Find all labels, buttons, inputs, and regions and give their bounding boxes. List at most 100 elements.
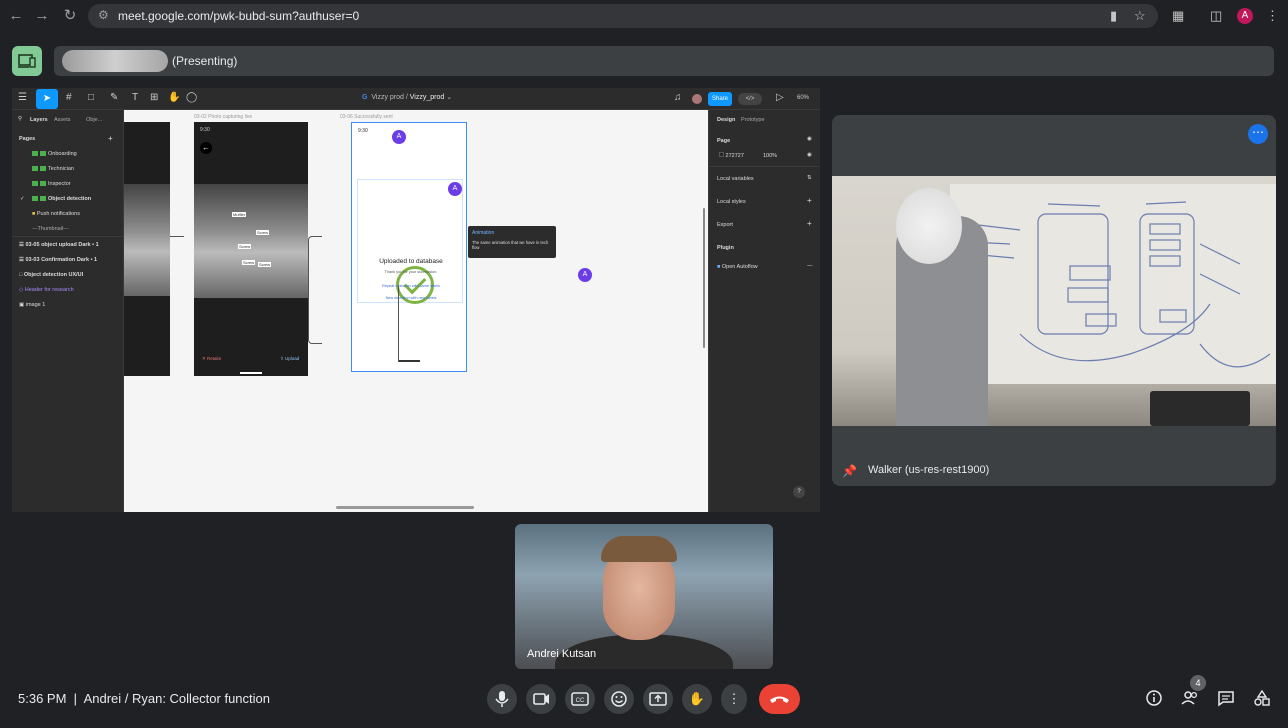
hangup-icon (770, 696, 789, 703)
layer-item[interactable]: □ Object detection UX/UI (19, 272, 83, 278)
tab-design[interactable]: Design (717, 117, 735, 123)
frame-tool-icon[interactable]: # (66, 92, 72, 103)
page-item-active[interactable]: Object detection (32, 196, 91, 202)
meeting-details-icon[interactable] (1144, 688, 1164, 714)
layer-item[interactable]: ☰ 03-03 Confirmation Dark • 1 (19, 257, 97, 263)
leave-call-button[interactable] (759, 684, 800, 714)
page-label: Push notifications (36, 211, 80, 217)
variables-icon[interactable]: ⇅ (807, 175, 812, 181)
presenting-label: (Presenting) (172, 54, 238, 68)
extensions-icon[interactable]: ▦ (1172, 8, 1184, 24)
share-button[interactable]: Share (708, 92, 732, 106)
figma-menu-icon[interactable]: ☰ (18, 92, 27, 103)
upload-button: ⇧ Upload (280, 356, 300, 361)
shape-tool-icon[interactable]: □ (88, 92, 94, 103)
collaborator-avatar (692, 94, 702, 104)
presenting-device-icon[interactable] (12, 46, 42, 76)
figma-file-breadcrumb[interactable]: G Vizzy prod / Vizzy_prod ⌄ (362, 93, 452, 101)
uploaded-title: Uploaded to database (379, 258, 443, 265)
headphones-icon[interactable]: ♫ (674, 92, 682, 103)
visibility-icon[interactable]: ◉ (807, 152, 812, 158)
page-item[interactable]: Technician (32, 166, 74, 172)
add-export-icon[interactable]: + (807, 219, 812, 228)
search-icon[interactable]: ⚲ (18, 116, 22, 122)
tab-object[interactable]: Obje... (86, 117, 102, 123)
pin-icon[interactable]: 📌 (842, 464, 857, 478)
page-color-swatch[interactable]: 272727 (719, 152, 744, 159)
hand-tool-icon[interactable]: ✋ (168, 92, 180, 103)
participant-tile-andrei[interactable]: Andrei Kutsan (515, 524, 773, 669)
tab-prototype[interactable]: Prototype (741, 117, 765, 123)
layer-item[interactable]: ▣ image 1 (19, 302, 45, 308)
page-item[interactable]: ---Thumbnail--- (32, 226, 69, 232)
camera-icon[interactable]: ▮ (1110, 8, 1117, 24)
add-page-icon[interactable]: + (108, 134, 113, 143)
comment-tooltip[interactable]: Animation The same animation that we hav… (468, 226, 556, 258)
page-item[interactable]: ■ Push notifications (32, 211, 80, 217)
detection-chip: Screw (238, 244, 252, 249)
resources-icon[interactable]: ⊞ (150, 92, 158, 103)
raise-hand-button[interactable]: ✋ (682, 684, 712, 714)
home-indicator (398, 360, 420, 362)
page-color-swatch (40, 166, 46, 172)
local-styles: Local styles (717, 199, 746, 205)
page-color-swatch (32, 151, 38, 157)
project-name: Vizzy prod (371, 94, 404, 101)
phone-frame-partial[interactable] (124, 122, 170, 376)
participant-name: Andrei Kutsan (527, 648, 597, 660)
page-item[interactable]: Inspector (32, 181, 71, 187)
site-settings-icon[interactable]: ⚙ (98, 8, 109, 22)
shared-screen-figma[interactable]: ☰ ➤ # □ ✎ T ⊞ ✋ ◯ G Vizzy prod / Vizzy_p… (12, 88, 820, 512)
figma-canvas[interactable]: 03-02 Photo capturing live 9:30 ← Muffle… (124, 110, 708, 512)
captions-button[interactable]: CC (565, 684, 595, 714)
zoom-level[interactable]: 60% (797, 95, 809, 101)
bookmark-star-icon[interactable]: ☆ (1134, 8, 1146, 24)
page-item[interactable]: Onboarding (32, 151, 77, 157)
pen-tool-icon[interactable]: ✎ (110, 92, 118, 103)
layer-item[interactable]: ◇ Header for research (19, 287, 74, 293)
more-options-button[interactable]: ⋮ (721, 684, 747, 714)
layer-item[interactable]: ☰ 03-05 object upload Dark • 1 (19, 242, 99, 248)
add-style-icon[interactable]: + (807, 196, 812, 205)
people-icon[interactable] (1180, 688, 1200, 714)
microphone-button[interactable] (487, 684, 517, 714)
more-options-icon[interactable]: ⋯ (1248, 124, 1268, 144)
tab-layers[interactable]: Layers (30, 117, 48, 123)
vertical-scrollbar[interactable] (703, 208, 705, 348)
forward-icon[interactable]: → (32, 6, 52, 26)
back-icon[interactable]: ← (6, 6, 26, 26)
phone-frame-success[interactable]: 9:30 Uploaded to database Thank you for … (351, 122, 467, 372)
present-play-icon[interactable]: ▷ (776, 92, 784, 103)
menu-kebab-icon[interactable]: ⋮ (1266, 8, 1279, 24)
remove-plugin-icon[interactable]: — (807, 263, 813, 269)
profile-avatar[interactable]: A (1237, 8, 1253, 24)
collaborator-cursor: A (578, 268, 592, 282)
tab-assets[interactable]: Assets (54, 117, 71, 123)
activities-icon[interactable] (1252, 688, 1272, 714)
chat-icon[interactable] (1216, 688, 1236, 714)
address-bar[interactable]: ⚙ meet.google.com/pwk-bubd-sum?authuser=… (88, 4, 1158, 28)
browser-toolbar: ← → ↻ ⚙ meet.google.com/pwk-bubd-sum?aut… (0, 0, 1288, 32)
help-button[interactable]: ? (793, 486, 805, 498)
camera-button[interactable] (526, 684, 556, 714)
svg-text:CC: CC (576, 698, 585, 704)
reactions-button[interactable] (604, 684, 634, 714)
plugin-name: Open Autoflow (721, 264, 758, 270)
move-tool-icon[interactable]: ➤ (36, 89, 58, 109)
side-panel-icon[interactable]: ◫ (1210, 8, 1222, 24)
phone-frame-capturing[interactable]: 9:30 ← Muffler Screw Screw Screw Screw ✕… (194, 122, 308, 376)
present-screen-button[interactable] (643, 684, 673, 714)
plugin-item[interactable]: ■ Open Autoflow (717, 264, 758, 270)
page-opacity[interactable]: 100% (763, 153, 777, 159)
eye-icon[interactable]: ◉ (807, 136, 812, 142)
comment-tool-icon[interactable]: ◯ (186, 92, 197, 103)
dev-mode-toggle[interactable]: </> (738, 93, 762, 105)
layer-label: Header for research (24, 287, 74, 293)
prototype-connector (170, 236, 184, 237)
file-name: Vizzy_prod (409, 94, 445, 101)
horizontal-scrollbar[interactable] (336, 506, 474, 509)
reload-icon[interactable]: ↻ (60, 6, 80, 26)
text-tool-icon[interactable]: T (132, 92, 138, 103)
camera-icon (533, 693, 549, 705)
participant-tile-walker[interactable]: ⋯ 📌 Walker (us-res-rest1900) (832, 115, 1276, 486)
